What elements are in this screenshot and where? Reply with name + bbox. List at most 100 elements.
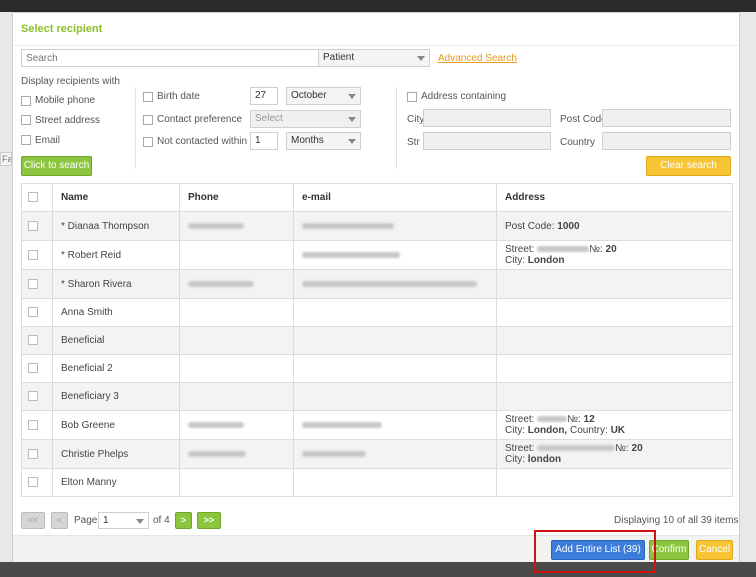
table-row[interactable]: Beneficial 2 [21, 354, 733, 383]
redacted-phone [188, 222, 244, 229]
post-code-field[interactable] [602, 109, 731, 127]
contact-preference-checkbox[interactable] [143, 115, 153, 125]
table-row[interactable]: Elton Manny [21, 468, 733, 497]
city-label: City [407, 114, 425, 125]
email-cell [293, 269, 497, 299]
name-cell: Bob Greene [52, 410, 180, 440]
redacted-street [537, 445, 616, 452]
not-contacted-unit-select[interactable]: Months [286, 132, 361, 150]
title-divider [13, 45, 739, 46]
birth-day-field[interactable]: 27 [250, 87, 278, 105]
city-value: london [527, 454, 562, 465]
table-row[interactable]: Bob Greene Street: №: 12 City: London, C… [21, 410, 733, 440]
row-checkbox-cell [21, 468, 53, 497]
clear-search-filters-button[interactable]: Clear search filters [646, 156, 731, 189]
contact-preference-select[interactable]: Select [250, 110, 361, 128]
email-checkbox[interactable] [21, 135, 31, 145]
cancel-button[interactable]: Cancel [696, 540, 733, 560]
table-row[interactable]: Beneficial [21, 326, 733, 355]
row-checkbox[interactable] [28, 278, 38, 289]
street-number: 12 [583, 414, 595, 425]
row-checkbox[interactable] [28, 335, 38, 346]
phone-cell [179, 354, 294, 383]
address-containing-checkbox[interactable] [407, 92, 417, 102]
chevron-down-icon [348, 139, 356, 144]
row-checkbox[interactable] [28, 391, 38, 402]
table-row[interactable]: Christie Phelps Street: №: 20 City: lond… [21, 439, 733, 469]
email-cell [293, 468, 497, 497]
address-cell: Street: №: 20 City: London [496, 240, 733, 270]
column-header-email[interactable]: e-mail [293, 183, 497, 212]
recipient-type-select[interactable]: Patient [318, 49, 430, 67]
click-to-search-button[interactable]: Click to search [21, 156, 92, 176]
address-cell [496, 382, 733, 411]
table-row[interactable]: Beneficiary 3 [21, 382, 733, 411]
address-label: Post Code: [505, 220, 558, 232]
table-row[interactable]: * Dianaa Thompson Post Code: 1000 [21, 211, 733, 241]
table-row[interactable]: Anna Smith [21, 298, 733, 327]
highlight-annotation [534, 530, 656, 573]
select-recipient-dialog: Select recipient Patient Advanced Search… [12, 12, 740, 562]
phone-cell [179, 269, 294, 299]
street-label-text: Street: [505, 414, 538, 425]
row-checkbox[interactable] [28, 249, 38, 260]
row-checkbox[interactable] [28, 307, 38, 318]
country-field[interactable] [602, 132, 731, 150]
select-all-checkbox[interactable] [28, 192, 38, 203]
next-page-button[interactable]: > [175, 512, 192, 529]
contact-preference-label: Contact preference [157, 114, 243, 125]
street-label-text: Street: [505, 244, 538, 255]
mobile-phone-checkbox[interactable] [21, 96, 31, 106]
birth-month-select[interactable]: October [286, 87, 361, 105]
contact-preference-value: Select [255, 113, 283, 124]
search-input[interactable] [21, 49, 319, 67]
column-header-address[interactable]: Address [496, 183, 733, 212]
row-checkbox[interactable] [28, 363, 38, 374]
address-cell [496, 269, 733, 299]
city-field[interactable] [423, 109, 551, 127]
first-page-button[interactable]: << [21, 512, 45, 529]
redacted-email [302, 251, 400, 258]
name-cell: * Dianaa Thompson [52, 211, 180, 241]
row-checkbox-cell [21, 269, 53, 299]
chevron-down-icon [348, 117, 356, 122]
background-field-stub: Fa [0, 152, 12, 166]
display-recipients-heading: Display recipients with [21, 76, 120, 87]
prev-page-button[interactable]: < [51, 512, 68, 529]
table-header-row: Name Phone e-mail Address [21, 183, 733, 212]
row-checkbox[interactable] [28, 477, 38, 488]
country-value: UK [610, 425, 626, 436]
row-checkbox-cell [21, 211, 53, 241]
phone-cell [179, 240, 294, 270]
address-cell [496, 298, 733, 327]
table-row[interactable]: * Sharon Rivera [21, 269, 733, 299]
table-row[interactable]: * Robert Reid Street: №: 20 City: London [21, 240, 733, 270]
select-all-cell [21, 183, 53, 212]
advanced-search-link[interactable]: Advanced Search [438, 53, 517, 64]
street-address-checkbox[interactable] [21, 115, 31, 125]
last-page-button[interactable]: >> [197, 512, 221, 529]
city-value: London, [527, 425, 570, 436]
not-contacted-unit-value: Months [291, 135, 324, 146]
city-label-text: City: [505, 425, 528, 436]
recipients-table: Name Phone e-mail Address * Dianaa Thomp… [21, 183, 733, 497]
name-cell: Beneficial [52, 326, 180, 355]
street-field[interactable] [423, 132, 551, 150]
row-checkbox[interactable] [28, 419, 38, 430]
row-checkbox-cell [21, 240, 53, 270]
background-left [0, 12, 12, 577]
name-cell: Elton Manny [52, 468, 180, 497]
column-header-phone[interactable]: Phone [179, 183, 294, 212]
not-contacted-checkbox[interactable] [143, 137, 153, 147]
birth-date-checkbox[interactable] [143, 92, 153, 102]
name-cell: * Sharon Rivera [52, 269, 180, 299]
address-cell: Post Code: 1000 [496, 211, 733, 241]
row-checkbox[interactable] [28, 220, 38, 231]
chevron-down-icon [348, 94, 356, 99]
page-number-select[interactable]: 1 [98, 512, 149, 529]
column-header-name[interactable]: Name [52, 183, 180, 212]
not-contacted-value-field[interactable]: 1 [250, 132, 278, 150]
address-cell: Street: №: 12 City: London, Country: UK [496, 410, 733, 440]
row-checkbox[interactable] [28, 448, 38, 459]
chevron-down-icon [136, 519, 144, 524]
